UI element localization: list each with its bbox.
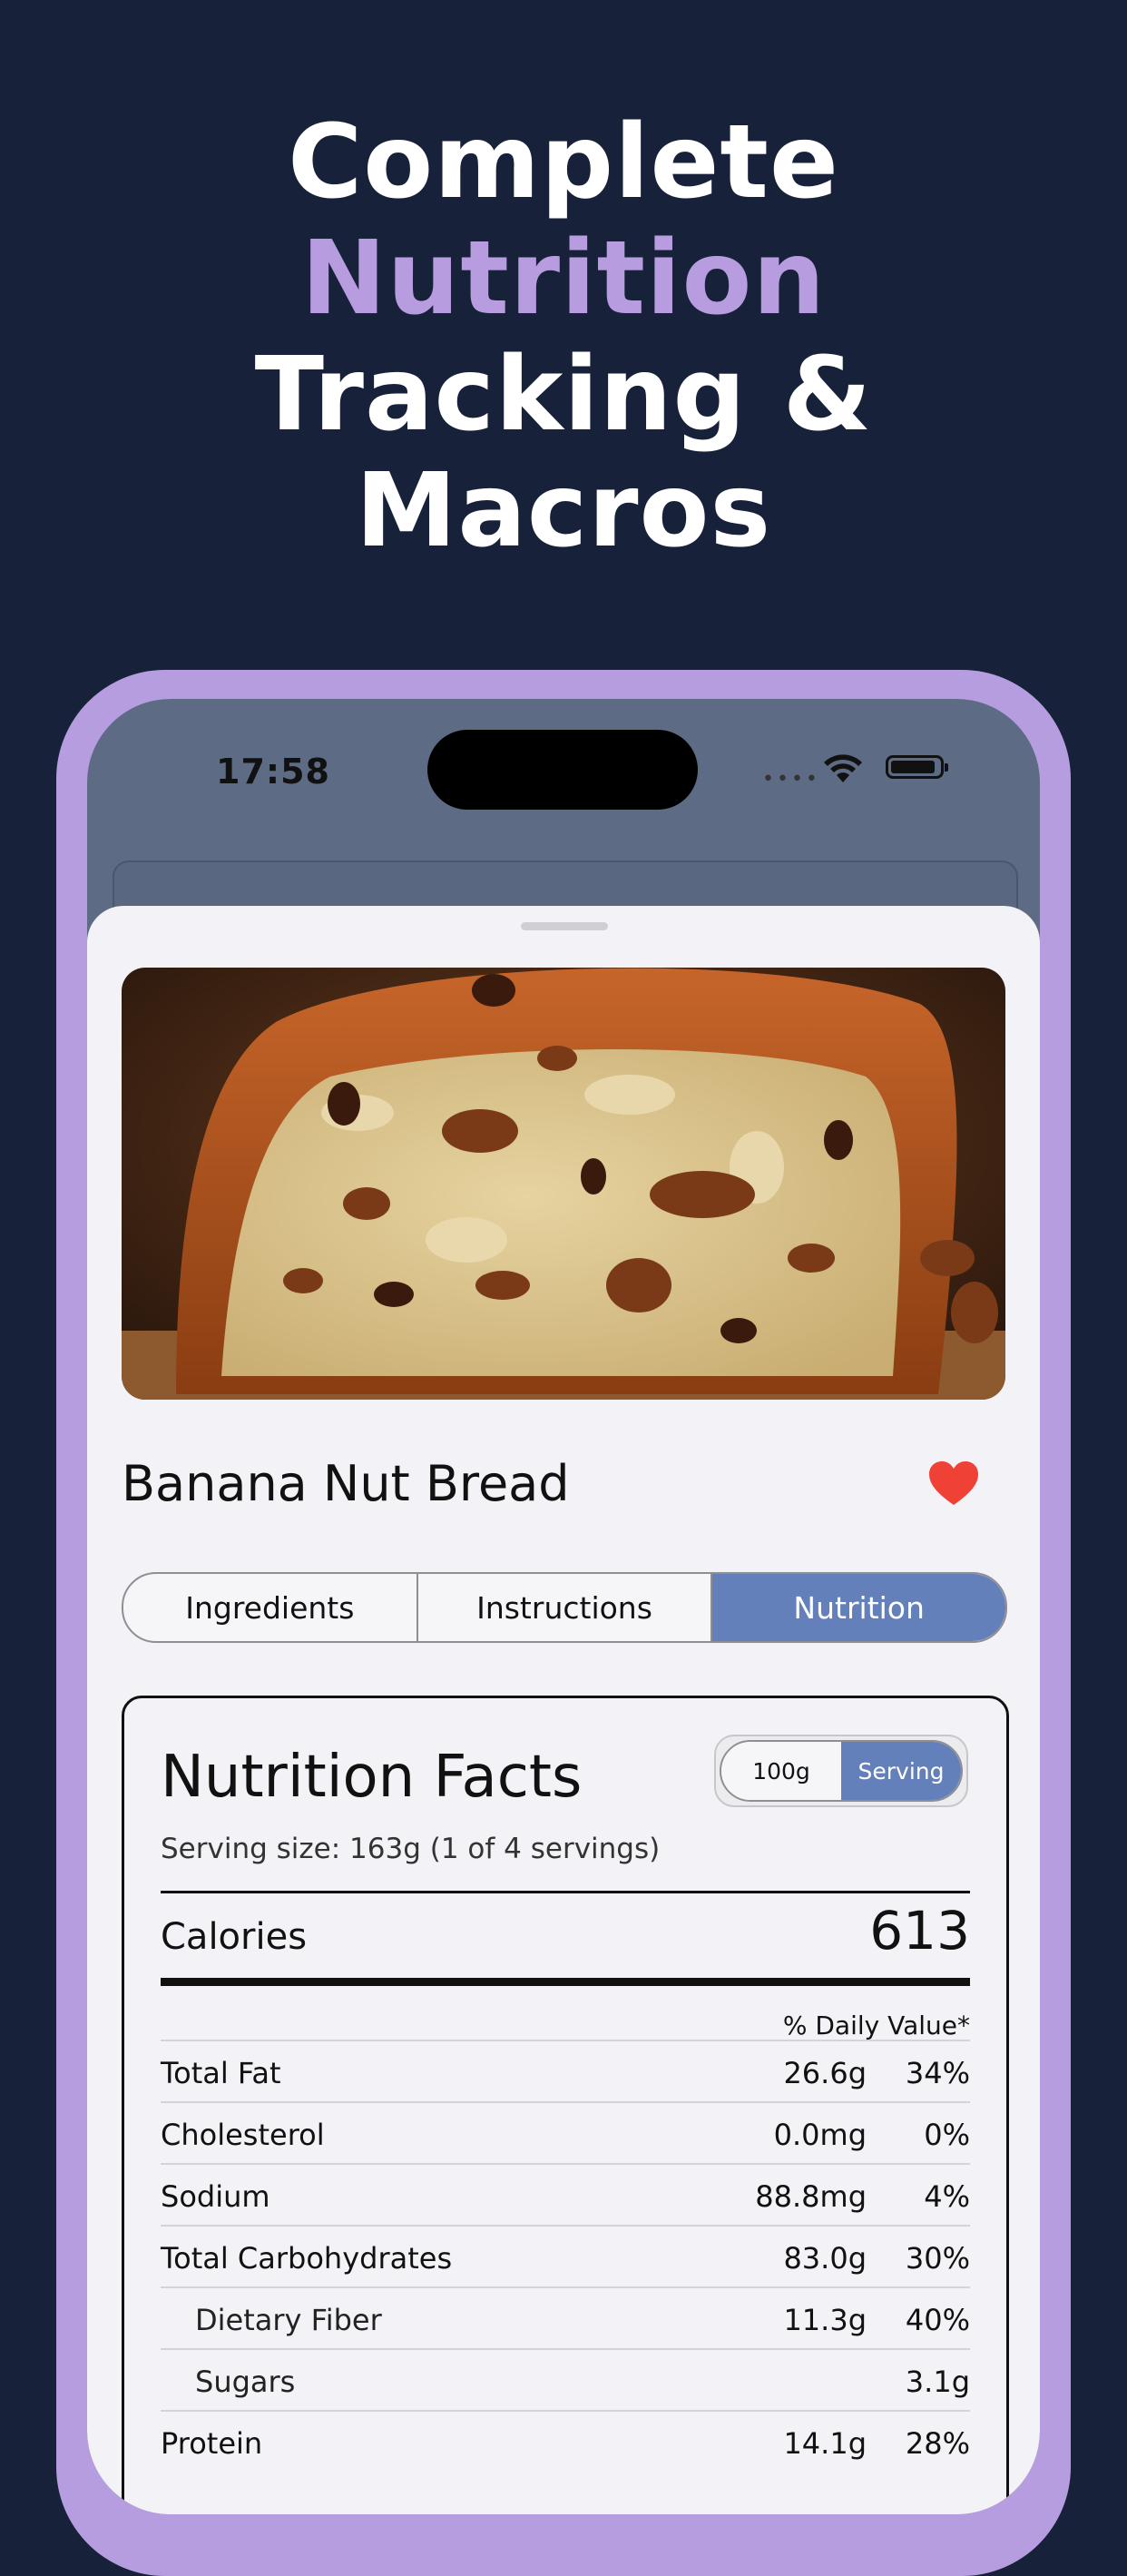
nutrient-amount: 88.8mg — [755, 2179, 867, 2214]
tab-ingredients[interactable]: Ingredients — [123, 1574, 418, 1641]
daily-value-header: % Daily Value* — [782, 2011, 970, 2040]
headline: Complete Nutrition Tracking & Macros — [0, 104, 1127, 569]
nutrient-label: Sugars — [195, 2365, 296, 2399]
calories-value: 613 — [869, 1900, 970, 1961]
recipe-title: Banana Nut Bread — [122, 1455, 570, 1512]
nutrient-label: Total Carbohydrates — [161, 2241, 453, 2276]
recipe-sheet: Banana Nut Bread Ingredients Instruction… — [87, 906, 1040, 2514]
dynamic-island — [427, 730, 698, 810]
tab-nutrition[interactable]: Nutrition — [712, 1574, 1005, 1641]
nutrient-amount: 26.6g — [783, 2056, 867, 2090]
headline-line-2: Nutrition — [300, 220, 827, 338]
headline-line-4: Macros — [355, 452, 772, 570]
sheet-grabber[interactable] — [521, 922, 608, 930]
nutrient-row: Dietary Fiber 11.3g 40% — [161, 2286, 970, 2350]
nutrient-row: Total Carbohydrates 83.0g 30% — [161, 2225, 970, 2288]
phone-screen: 17:58 •••• Banana Nut Bread Ingredients … — [87, 699, 1040, 2514]
nutrient-label: Dietary Fiber — [195, 2303, 382, 2337]
recipe-tabs: Ingredients Instructions Nutrition — [122, 1572, 1007, 1643]
status-time: 17:58 — [216, 752, 330, 791]
battery-icon — [886, 755, 948, 779]
serving-size: Serving size: 163g (1 of 4 servings) — [161, 1833, 661, 1865]
nutrient-percent: 0% — [924, 2118, 970, 2152]
heart-icon[interactable] — [927, 1460, 980, 1507]
thick-divider — [161, 1978, 970, 1986]
recipe-photo — [122, 968, 1005, 1400]
nutrient-amount: 0.0mg — [773, 2118, 867, 2152]
nutrient-percent: 3.1g — [905, 2365, 970, 2399]
divider — [161, 1891, 970, 1893]
nutrient-percent: 30% — [905, 2241, 970, 2276]
nutrient-amount: 14.1g — [783, 2426, 867, 2461]
nutrient-label: Cholesterol — [161, 2118, 325, 2152]
nutrient-percent: 28% — [905, 2426, 970, 2461]
nutrient-row: Sodium 88.8mg 4% — [161, 2163, 970, 2227]
nutrient-label: Protein — [161, 2426, 263, 2461]
nutrient-row: Cholesterol 0.0mg 0% — [161, 2101, 970, 2165]
nutrient-percent: 34% — [905, 2056, 970, 2090]
tab-instructions[interactable]: Instructions — [418, 1574, 713, 1641]
nutrient-row: Total Fat 26.6g 34% — [161, 2040, 970, 2103]
unit-option-serving[interactable]: Serving — [841, 1742, 961, 1800]
unit-option-100g[interactable]: 100g — [721, 1742, 841, 1800]
nutrient-percent: 40% — [905, 2303, 970, 2337]
wifi-icon — [824, 754, 862, 782]
headline-line-3: Tracking & — [254, 336, 873, 454]
cellular-signal-icon: •••• — [762, 768, 820, 791]
unit-toggle: 100g Serving — [714, 1735, 968, 1807]
headline-line-1: Complete — [288, 103, 839, 221]
nutrient-percent: 4% — [924, 2179, 970, 2214]
calories-label: Calories — [161, 1916, 308, 1958]
nutrition-facts-panel: Nutrition Facts 100g Serving Serving siz… — [122, 1696, 1009, 2514]
nutrient-row: Sugars 3.1g — [161, 2348, 970, 2412]
nutrient-label: Sodium — [161, 2179, 270, 2214]
nutrient-amount: 11.3g — [783, 2303, 867, 2337]
nutrient-amount: 83.0g — [783, 2241, 867, 2276]
nutrient-row: Protein 14.1g 28% — [161, 2410, 970, 2473]
nutrition-facts-title: Nutrition Facts — [161, 1744, 583, 1811]
nutrient-label: Total Fat — [161, 2056, 281, 2090]
